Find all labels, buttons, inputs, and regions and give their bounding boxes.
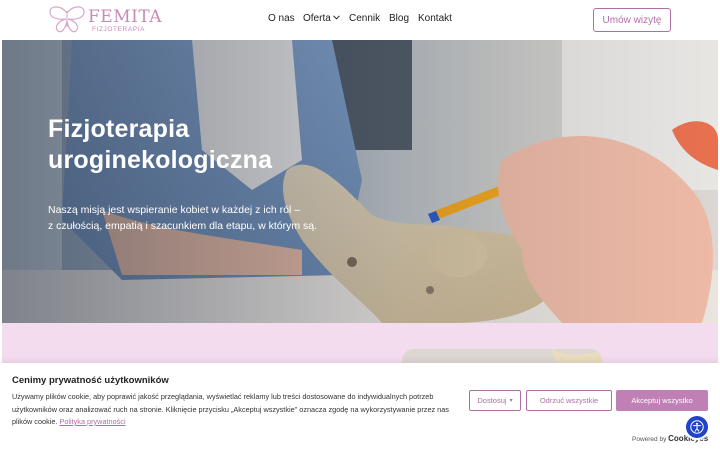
hero-section: Fizjoterapia uroginekologiczna Naszą mis…: [2, 40, 718, 323]
logo-name: FEMITA: [88, 7, 163, 27]
logo-subtitle: FIZJOTERAPIA: [92, 26, 146, 33]
site-header: FEMITA FIZJOTERAPIA O nas Oferta Cennik …: [0, 0, 720, 40]
hero-title: Fizjoterapia uroginekologiczna: [48, 114, 272, 176]
nav-item-kontakt[interactable]: Kontakt: [418, 13, 452, 24]
caret-down-icon: ▾: [509, 398, 513, 404]
nav-item-oferta-label: Oferta: [303, 13, 331, 24]
cookie-title: Cenimy prywatność użytkowników: [12, 375, 169, 386]
nav-item-oferta[interactable]: Oferta: [303, 13, 340, 24]
butterfly-logo-icon: [49, 6, 85, 33]
privacy-policy-link[interactable]: Polityka prywatności: [59, 417, 125, 426]
accessibility-icon: [690, 420, 704, 434]
nav-item-cennik[interactable]: Cennik: [349, 13, 380, 24]
hero-description-line-2: z czułością, empatią i szacunkiem dla et…: [48, 220, 318, 232]
hero-description-line-1: Naszą misją jest wspieranie kobiet w każ…: [48, 204, 301, 216]
hero-title-line-2: uroginekologiczna: [48, 146, 273, 174]
powered-by-prefix: Powered by: [632, 436, 667, 443]
cookie-consent-banner: Cenimy prywatność użytkowników Używamy p…: [0, 363, 720, 450]
hero-title-line-1: Fizjoterapia: [48, 115, 190, 143]
chevron-down-icon: [332, 15, 340, 22]
logo[interactable]: FEMITA FIZJOTERAPIA: [48, 5, 162, 35]
cookie-description: Używamy plików cookie, aby poprawić jako…: [12, 391, 464, 429]
reject-all-button[interactable]: Odrzuć wszystkie: [526, 390, 612, 411]
nav-item-blog[interactable]: Blog: [389, 13, 409, 24]
hero-description: Naszą misją jest wspieranie kobiet w każ…: [48, 202, 317, 234]
accessibility-button[interactable]: [686, 416, 708, 438]
customize-button[interactable]: Dostosuj ▾: [469, 390, 521, 411]
hero-background-image: [2, 40, 718, 323]
book-visit-button[interactable]: Umów wizytę: [593, 8, 671, 32]
accept-all-button[interactable]: Akceptuj wszystko: [616, 390, 708, 411]
customize-button-label: Dostosuj: [477, 396, 507, 405]
nav-item-o-nas[interactable]: O nas: [268, 13, 295, 24]
